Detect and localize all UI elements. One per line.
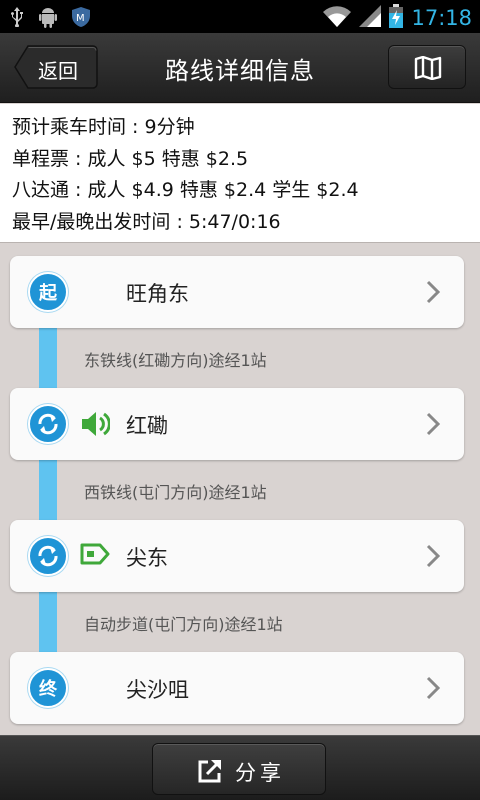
shield-app-icon: M — [72, 7, 90, 31]
wifi-icon — [323, 5, 352, 31]
single-ticket-fare: 单程票 : 成人 $5 特惠 $2.5 — [12, 147, 249, 170]
station-name: 尖沙咀 — [126, 678, 189, 702]
tag-icon — [80, 543, 110, 565]
station-item-transfer-2[interactable]: 尖东 — [10, 520, 464, 592]
clock: 17:18 — [411, 6, 472, 30]
station-name: 尖东 — [126, 546, 168, 570]
station-item-transfer-1[interactable]: 红磡 — [10, 388, 464, 460]
usb-icon — [10, 7, 24, 31]
chevron-right-icon — [426, 280, 440, 304]
station-item-end[interactable]: 尖沙咀 — [10, 652, 464, 724]
segment-label: 西铁线(屯门方向)途经1站 — [84, 483, 267, 502]
chevron-right-icon — [426, 676, 440, 700]
segment-label: 东铁线(红磡方向)途经1站 — [84, 351, 267, 370]
share-button[interactable]: 分享 — [152, 743, 326, 795]
share-button-label: 分享 — [235, 761, 285, 785]
chevron-right-icon — [426, 412, 440, 436]
status-bar: M 17:18 — [0, 0, 480, 33]
first-last-departure: 最早/最晚出发时间 : 5:47/0:16 — [12, 210, 281, 233]
signal-icon — [359, 5, 382, 31]
station-name: 旺角东 — [126, 282, 189, 306]
start-badge: 起 — [28, 272, 68, 312]
map-button[interactable] — [388, 45, 466, 89]
segment-label: 自动步道(屯门方向)途经1站 — [84, 615, 283, 634]
transfer-icon — [28, 536, 68, 576]
station-item-start[interactable]: 旺角东 — [10, 256, 464, 328]
route-info-panel: 预计乘车时间 : 9分钟 单程票 : 成人 $5 特惠 $2.5 八达通 : 成… — [0, 104, 480, 243]
speaker-icon — [82, 412, 110, 436]
route-line — [39, 293, 57, 689]
svg-text:M: M — [76, 13, 85, 24]
station-name: 红磡 — [126, 414, 168, 438]
transfer-icon — [28, 404, 68, 444]
bottom-bar: 分享 — [0, 735, 480, 800]
battery-charging-icon — [389, 4, 404, 32]
share-icon — [198, 760, 221, 783]
map-icon — [414, 56, 442, 80]
title-bar: 返回 路线详细信息 — [0, 33, 480, 103]
chevron-right-icon — [426, 544, 440, 568]
end-badge: 终 — [28, 668, 68, 708]
travel-time: 预计乘车时间 : 9分钟 — [12, 116, 195, 138]
android-icon — [38, 6, 58, 32]
octopus-fare: 八达通 : 成人 $4.9 特惠 $2.4 学生 $2.4 — [12, 179, 359, 201]
route-steps: 旺角东 起 东铁线(红磡方向)途经1站 红磡 西铁线(屯门方向)途经1站 尖东 … — [0, 243, 480, 735]
